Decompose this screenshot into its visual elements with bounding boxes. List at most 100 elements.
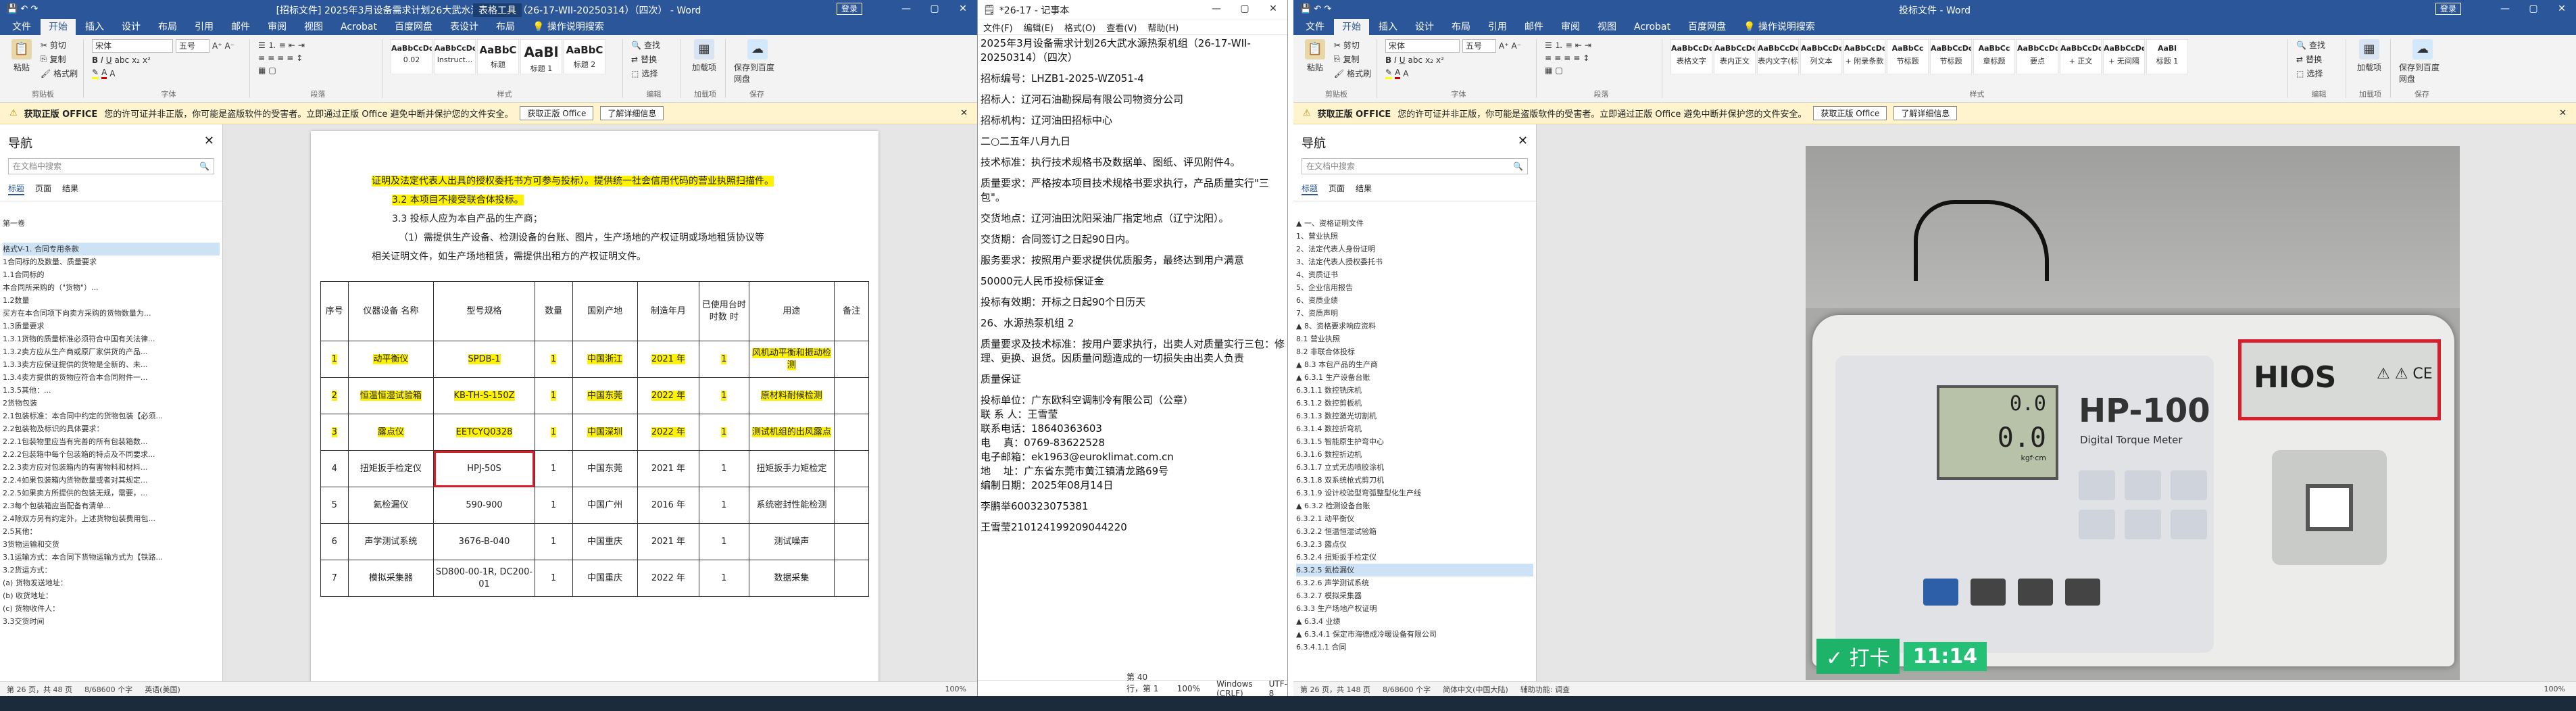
close-icon[interactable]: ✕ [1259,0,1287,18]
nav-search-input[interactable]: 在文档中搜索 🔍 [8,158,214,174]
style-item[interactable]: AaBbC 标题 [477,39,519,74]
align-center-icon[interactable]: ≡ [1554,53,1561,63]
table-cell[interactable]: 590-900 [433,487,535,524]
nav-heading-item[interactable]: 6.3.1.7 立式无齿喷胶涂机 [1296,461,1533,474]
align-left-icon[interactable]: ≡ [1545,53,1552,63]
find-button[interactable]: 🔍 查找 [2296,39,2342,51]
close-notice-icon[interactable]: ✕ [960,108,968,118]
table-cell[interactable]: 系统密封性能检测 [748,487,835,524]
table-cell[interactable]: 1 [699,377,749,414]
dark-key[interactable] [2018,579,2053,606]
nav-heading-item[interactable]: 3、法定代表人授权委托书 [1296,255,1533,268]
nav-heading-item[interactable]: 1.3.5其他：... [3,384,220,397]
table-cell[interactable]: 中国广州 [572,487,638,524]
numbering-icon[interactable]: ⒈ [268,39,276,51]
nav-heading-item[interactable]: 1.3质量要求 [3,320,220,333]
copy-button[interactable]: ⎘ 复制 [1334,53,1371,65]
select-button[interactable]: ⬚ 选择 [2296,68,2342,79]
maximize-icon[interactable]: ▢ [2519,0,2548,18]
nav-heading-item[interactable]: 1、营业执照 [1296,230,1533,243]
style-item[interactable]: AaBbCcDd + 无间隔 [2103,39,2145,74]
nav-heading-item[interactable]: 6.3.2.2 恒温恒湿试验箱 [1296,525,1533,538]
menu-view[interactable]: 查看(V) [1106,21,1137,34]
align-right-icon[interactable]: ≡ [1564,53,1570,63]
tab-insert[interactable]: 插入 [1370,19,1406,35]
table-cell[interactable]: SPDB-1 [433,341,535,378]
nav-heading-item[interactable]: 8.2 非联合体投标 [1296,345,1533,358]
italic-icon[interactable]: I [101,55,103,65]
highlight-icon[interactable]: ✎ [92,68,99,79]
table-cell[interactable]: 1 [534,487,573,524]
style-item[interactable]: AaBbCcDd Instruct... [434,39,476,74]
zoom-level[interactable]: 100% [2544,685,2565,693]
table-cell[interactable]: 2022 年 [637,560,700,597]
nav-heading-item[interactable]: 6.3.2.1 动平衡仪 [1296,512,1533,525]
table-cell[interactable] [834,523,869,560]
word-count[interactable]: 8/68600 个字 [84,684,132,695]
table-cell[interactable]: 1 [699,341,749,378]
table-cell[interactable]: KB-TH-S-150Z [433,377,535,414]
table-cell[interactable] [834,487,869,524]
bullets-icon[interactable]: ☰ [1545,41,1552,50]
bold-icon[interactable]: B [92,55,98,65]
table-cell[interactable]: 恒温恒湿试验箱 [347,377,435,414]
increase-indent-icon[interactable]: ⇥ [1585,41,1591,50]
nav-heading-item[interactable]: ▲ 6.3.2 检测设备台账 [1296,499,1533,512]
nav-tab-headings[interactable]: 标题 [8,182,25,195]
maximize-icon[interactable]: ▢ [1231,0,1259,18]
keypad-button[interactable] [2125,510,2161,539]
menu-edit[interactable]: 编辑(E) [1024,21,1054,34]
table-cell[interactable]: 中国重庆 [572,560,638,597]
table-cell[interactable] [834,341,869,378]
tell-me-search[interactable]: 💡 操作说明搜索 [1735,19,1823,35]
style-item[interactable]: AaBbCcDd 0.02 [391,39,432,74]
table-cell[interactable]: 3 [320,414,349,451]
word-count[interactable]: 8/68600 个字 [1383,684,1431,695]
nav-heading-item[interactable]: 2.1包装标准：本合同中约定的货物包装【必须... [3,410,220,422]
table-cell[interactable]: 声学测试系统 [347,523,435,560]
table-cell[interactable]: 7 [320,560,349,597]
superscript-icon[interactable]: x² [1436,55,1444,65]
table-cell[interactable]: 扭矩扳手力矩检定 [748,450,835,487]
strikethrough-icon[interactable]: abc [1408,55,1423,65]
highlight-icon[interactable]: ✎ [1385,68,1393,79]
table-cell[interactable]: 1 [320,341,349,378]
tab-home[interactable]: 开始 [41,19,76,35]
style-item[interactable]: AaBbC 标题 2 [564,39,605,74]
keypad-button[interactable] [2079,510,2115,539]
get-office-button[interactable]: 获取正版 Office [520,106,594,120]
tab-review[interactable]: 审阅 [1553,19,1588,35]
addin-button[interactable]: ▦ 加载项 [2354,39,2384,73]
language[interactable]: 英语(美国) [145,684,180,695]
table-cell[interactable]: 2 [320,377,349,414]
table-cell[interactable]: 1 [699,560,749,597]
baidu-save-button[interactable]: ☁ 保存到百度网盘 [2399,39,2446,84]
nav-heading-item[interactable]: 6.3.1.4 数控折弯机 [1296,422,1533,435]
tab-home[interactable]: 开始 [1334,19,1369,35]
nav-heading-item[interactable]: 6.3.1.8 双系统枪式剪刀机 [1296,474,1533,487]
numbering-icon[interactable]: ⒈ [1555,39,1563,51]
get-office-button[interactable]: 获取正版 Office [1813,106,1887,120]
subscript-icon[interactable]: x₂ [132,55,140,65]
nav-heading-item[interactable]: 7、资质声明 [1296,307,1533,320]
char-shading-icon[interactable]: A [1403,69,1408,78]
close-notice-icon[interactable]: ✕ [2559,108,2567,118]
table-cell[interactable] [834,377,869,414]
cut-button[interactable]: ✂ 剪切 [41,39,78,51]
table-cell[interactable]: EETCYQ0328 [433,414,535,451]
table-cell[interactable]: 露点仪 [347,414,435,451]
nav-heading-item[interactable]: (a) 货物发送地址： [3,577,220,589]
minimize-icon[interactable]: — [1202,0,1231,18]
tab-acrobat[interactable]: Acrobat [332,19,385,35]
shrink-font-icon[interactable]: A⁻ [225,41,235,51]
tab-mailings[interactable]: 邮件 [223,19,258,35]
font-size-select[interactable]: 五号 [1462,39,1496,53]
torque-meter-photo[interactable]: 0.0 0.0 kgf·cm HP-100 Digital Torque Met… [1806,146,2460,680]
nav-heading-item[interactable]: 4、资质证书 [1296,268,1533,281]
nav-heading-item[interactable]: 第一卷 [3,217,220,230]
blue-key[interactable] [1923,579,1958,606]
nav-heading-item[interactable]: ▲ 一、资格证明文件 [1296,217,1533,230]
table-cell[interactable]: 风机动平衡和振动检测 [748,341,835,378]
table-cell[interactable]: 模拟采集器 [347,560,435,597]
style-item[interactable]: AaBbCcDc 节标题 [1930,39,1972,74]
